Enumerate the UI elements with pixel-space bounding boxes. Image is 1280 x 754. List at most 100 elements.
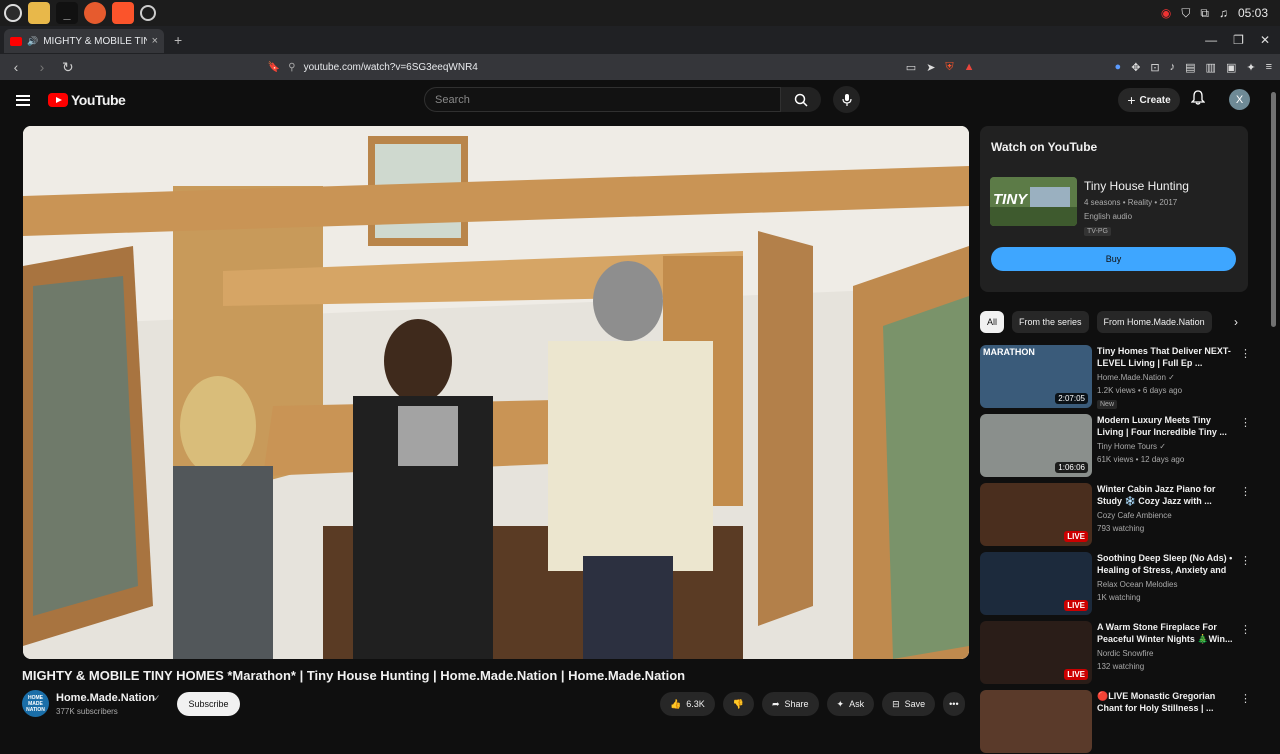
new-tab-button[interactable]: +: [174, 32, 182, 48]
chevron-right-icon[interactable]: ›: [1234, 315, 1248, 329]
brave-rewards-icon[interactable]: ▲: [964, 61, 975, 74]
url-field[interactable]: 🔖 ⚲ youtube.com/watch?v=6SG3eeqWNR4: [268, 62, 906, 73]
brave-shields-icon[interactable]: ⛨: [945, 61, 953, 74]
chip-from-series[interactable]: From the series: [1012, 311, 1089, 333]
recommendation-thumbnail[interactable]: LIVE: [980, 483, 1092, 546]
recommendation-item[interactable]: LIVE A Warm Stone Fireplace For Peaceful …: [980, 621, 1251, 685]
send-icon[interactable]: ➤: [926, 61, 935, 74]
account-avatar[interactable]: X: [1229, 89, 1250, 110]
terminal-icon[interactable]: _: [56, 2, 78, 24]
network-icon[interactable]: ⧉: [1200, 6, 1209, 21]
ask-button[interactable]: ✦ Ask: [826, 692, 875, 716]
hamburger-menu-icon[interactable]: [16, 94, 30, 106]
recommendation-title[interactable]: Soothing Deep Sleep (No Ads) • Healing o…: [1097, 552, 1235, 576]
live-badge: LIVE: [1064, 600, 1088, 611]
reload-icon[interactable]: ↻: [58, 59, 78, 76]
browser-menu-icon[interactable]: ≡: [1266, 61, 1272, 74]
notifications-bell-icon[interactable]: [1190, 90, 1206, 108]
recommendation-title[interactable]: A Warm Stone Fireplace For Peaceful Wint…: [1097, 621, 1235, 645]
minimize-icon[interactable]: —: [1205, 33, 1217, 47]
recommendation-thumbnail[interactable]: MARATHON 2:07:05: [980, 345, 1092, 408]
music-icon[interactable]: ♫: [1219, 6, 1228, 20]
recommendation-item[interactable]: 🔴LIVE Monastic Gregorian Chant for Holy …: [980, 690, 1251, 754]
shield-tray-icon[interactable]: ⛉: [1181, 6, 1190, 21]
search-button[interactable]: [781, 87, 821, 112]
sparkle-icon: ✦: [836, 698, 845, 709]
leo-icon[interactable]: ✦: [1246, 61, 1255, 74]
recommendation-item[interactable]: LIVE Soothing Deep Sleep (No Ads) • Heali…: [980, 552, 1251, 616]
more-vertical-icon[interactable]: ⋮: [1240, 692, 1251, 705]
recommendation-item[interactable]: 1:06:06 Modern Luxury Meets Tiny Living |…: [980, 414, 1251, 478]
forward-icon[interactable]: ›: [32, 59, 52, 75]
youtube-logo[interactable]: YouTube: [48, 92, 126, 108]
create-button[interactable]: + Create: [1118, 88, 1180, 112]
screenshot-icon[interactable]: ⊡: [1150, 61, 1159, 74]
recommendation-title[interactable]: Winter Cabin Jazz Piano for Study ❄️ Coz…: [1097, 483, 1235, 507]
firefox-icon[interactable]: [84, 2, 106, 24]
os-taskbar: _ ◉ ⛉ ⧉ ♫ 05:03: [0, 0, 1280, 26]
recommendation-thumbnail[interactable]: LIVE: [980, 552, 1092, 615]
tab-youtube[interactable]: 🔊 MIGHTY & MOBILE TINY H ×: [4, 29, 164, 53]
recommendation-channel[interactable]: Tiny Home Tours ✓: [1097, 442, 1166, 451]
wallet-icon[interactable]: ▣: [1226, 61, 1236, 74]
recommendation-channel[interactable]: Relax Ocean Melodies: [1097, 580, 1177, 589]
brave-icon[interactable]: [112, 2, 134, 24]
scrollbar[interactable]: [1271, 92, 1276, 327]
vpn-icon[interactable]: ◉: [1161, 6, 1171, 20]
sidebar-icon[interactable]: ▥: [1206, 61, 1216, 74]
channel-name[interactable]: Home.Made.Nation: [56, 692, 155, 704]
more-vertical-icon[interactable]: ⋮: [1240, 623, 1251, 636]
live-badge: LIVE: [1064, 531, 1088, 542]
files-icon[interactable]: [28, 2, 50, 24]
profile-icon[interactable]: ●: [1115, 61, 1122, 74]
show-thumbnail[interactable]: TINY: [990, 177, 1077, 226]
subscribe-button[interactable]: Subscribe: [177, 692, 240, 716]
video-title: MIGHTY & MOBILE TINY HOMES *Marathon* | …: [22, 668, 686, 683]
speaker-icon[interactable]: 🔊: [27, 36, 38, 47]
recommendation-channel[interactable]: Cozy Cafe Ambience: [1097, 511, 1172, 520]
recommendation-channel[interactable]: Home.Made.Nation ✓: [1097, 373, 1175, 382]
media-icon[interactable]: ♪: [1170, 61, 1176, 74]
close-window-icon[interactable]: ✕: [1260, 33, 1270, 47]
bookmark-icon[interactable]: 🔖: [268, 62, 280, 73]
site-info-icon[interactable]: ⚲: [288, 62, 295, 73]
recommendation-thumbnail[interactable]: LIVE: [980, 621, 1092, 684]
more-actions-button[interactable]: •••: [943, 692, 965, 716]
tab-close-icon[interactable]: ×: [152, 35, 158, 47]
dislike-button[interactable]: 👎: [722, 692, 754, 716]
recommendation-title[interactable]: 🔴LIVE Monastic Gregorian Chant for Holy …: [1097, 690, 1235, 714]
video-player[interactable]: [23, 126, 969, 659]
buy-button[interactable]: Buy: [991, 247, 1236, 271]
extensions-icon[interactable]: ✥: [1131, 61, 1140, 74]
like-button[interactable]: 👍 6.3K: [660, 692, 715, 716]
recommendation-item[interactable]: MARATHON 2:07:05 Tiny Homes That Deliver N…: [980, 345, 1251, 409]
url-text[interactable]: youtube.com/watch?v=6SG3eeqWNR4: [304, 62, 478, 73]
chromium-icon[interactable]: [140, 5, 156, 21]
recommendation-title[interactable]: Modern Luxury Meets Tiny Living | Four I…: [1097, 414, 1235, 438]
voice-search-button[interactable]: [833, 86, 860, 113]
recommendation-item[interactable]: LIVE Winter Cabin Jazz Piano for Study ❄️…: [980, 483, 1251, 547]
more-vertical-icon[interactable]: ⋮: [1240, 347, 1251, 360]
channel-avatar[interactable]: HOME MADE NATION: [22, 690, 49, 717]
more-vertical-icon[interactable]: ⋮: [1240, 485, 1251, 498]
maximize-icon[interactable]: ❐: [1233, 33, 1244, 47]
more-vertical-icon[interactable]: ⋮: [1240, 554, 1251, 567]
save-button[interactable]: ⊟ Save: [882, 692, 936, 716]
search-input[interactable]: Search: [424, 87, 781, 112]
chip-from-channel[interactable]: From Home.Made.Nation: [1096, 311, 1212, 333]
recommendation-title[interactable]: Tiny Homes That Deliver NEXT-LEVEL Livin…: [1097, 345, 1235, 369]
share-button[interactable]: ➦ Share: [761, 692, 819, 716]
show-title[interactable]: Tiny House Hunting: [1084, 179, 1189, 193]
recommendation-channel[interactable]: Nordic Snowfire: [1097, 649, 1153, 658]
recommendation-thumbnail[interactable]: 1:06:06: [980, 414, 1092, 477]
recommendation-stats: 793 watching: [1097, 524, 1145, 533]
reading-list-icon[interactable]: ▤: [1185, 61, 1195, 74]
chip-all[interactable]: All: [980, 311, 1005, 333]
back-icon[interactable]: ‹: [6, 59, 26, 75]
more-vertical-icon[interactable]: ⋮: [1240, 416, 1251, 429]
channel-row: HOME MADE NATION Home.Made.Nation ✓ 377K…: [22, 690, 972, 720]
mint-menu-icon[interactable]: [4, 4, 22, 22]
recommendation-thumbnail[interactable]: [980, 690, 1092, 753]
clock[interactable]: 05:03: [1238, 6, 1268, 20]
cast-icon[interactable]: ▭: [906, 61, 916, 74]
